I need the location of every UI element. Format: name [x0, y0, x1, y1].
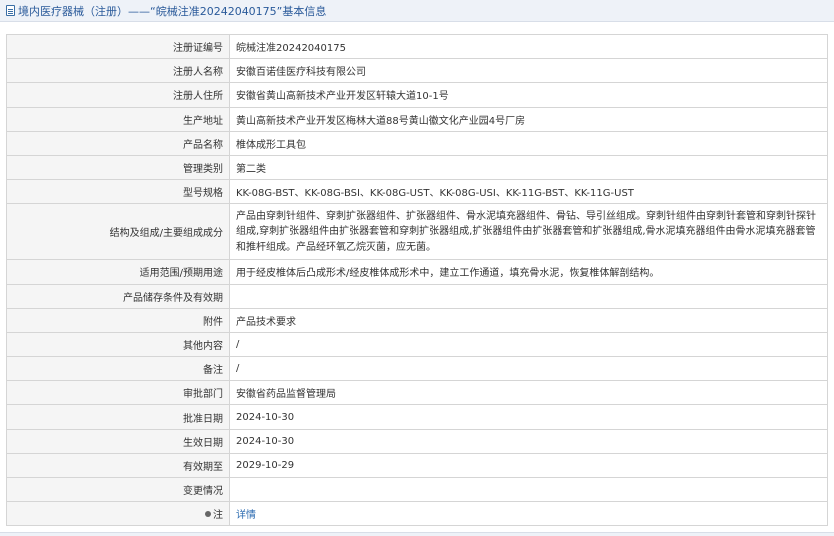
row-label: 审批部门	[6, 380, 230, 406]
row-value: 黄山高新技术产业开发区梅林大道88号黄山徽文化产业园4号厂房	[229, 106, 828, 132]
table-row: 产品储存条件及有效期	[6, 283, 828, 309]
table-row: 产品名称 椎体成形工具包	[6, 130, 828, 156]
table-row: 注册证编号 皖械注准20242040175	[6, 33, 828, 60]
row-label: 备注	[6, 356, 230, 382]
row-value: 2024-10-30	[229, 428, 828, 454]
table-row: 注 详情	[6, 501, 828, 527]
document-icon	[6, 5, 15, 16]
row-label: 适用范围/预期用途	[6, 259, 230, 285]
row-value: 2029-10-29	[229, 452, 828, 479]
row-label: 管理类别	[6, 154, 230, 181]
row-value: 安徽省药品监督管理局	[229, 380, 828, 406]
table-row: 生产地址 黄山高新技术产业开发区梅林大道88号黄山徽文化产业园4号厂房	[6, 106, 828, 132]
row-value: 皖械注准20242040175	[229, 33, 828, 60]
row-value: KK-08G-BST、KK-08G-BSI、KK-08G-UST、KK-08G-…	[229, 179, 828, 205]
row-label: 批准日期	[6, 404, 230, 430]
row-label: 注	[213, 510, 223, 522]
row-value: 2024-10-30	[229, 404, 828, 430]
pin-icon	[205, 511, 211, 518]
row-label: 生产地址	[6, 106, 230, 132]
row-value	[229, 476, 828, 503]
row-value: 产品由穿刺针组件、穿刺扩张器组件、扩张器组件、骨水泥填充器组件、骨钻、导引丝组成…	[229, 203, 828, 261]
info-table: 注册证编号 皖械注准20242040175 注册人名称 安徽百诺佳医疗科技有限公…	[6, 33, 828, 527]
row-value: 第二类	[229, 154, 828, 181]
row-label: 附件	[6, 307, 230, 333]
row-label: 注册人名称	[6, 58, 230, 84]
row-value: 用于经皮椎体后凸成形术/经皮椎体成形术中，建立工作通道，填充骨水泥，恢复椎体解剖…	[229, 259, 828, 285]
row-value: 产品技术要求	[229, 307, 828, 333]
table-row: 变更情况	[6, 476, 828, 503]
row-label: 产品名称	[6, 130, 230, 156]
row-value: 详情	[229, 501, 828, 527]
row-label: 其他内容	[6, 331, 230, 358]
table-row: 管理类别 第二类	[6, 154, 828, 181]
row-label: 产品储存条件及有效期	[6, 283, 230, 309]
table-row: 有效期至 2029-10-29	[6, 452, 828, 479]
row-value: /	[229, 356, 828, 382]
table-row: 生效日期 2024-10-30	[6, 428, 828, 454]
table-row: 其他内容 /	[6, 331, 828, 358]
row-label: 结构及组成/主要组成成分	[6, 203, 230, 261]
row-value: 椎体成形工具包	[229, 130, 828, 156]
row-value	[229, 283, 828, 309]
note-label-cell: 注	[6, 501, 230, 527]
table-row: 结构及组成/主要组成成分 产品由穿刺针组件、穿刺扩张器组件、扩张器组件、骨水泥填…	[6, 203, 828, 261]
row-value: 安徽省黄山高新技术产业开发区轩辕大道10-1号	[229, 82, 828, 108]
row-label: 生效日期	[6, 428, 230, 454]
table-row: 适用范围/预期用途 用于经皮椎体后凸成形术/经皮椎体成形术中，建立工作通道，填充…	[6, 259, 828, 285]
bottom-border	[0, 532, 834, 536]
page-title: 境内医疗器械（注册）——“皖械注准20242040175”基本信息	[18, 4, 327, 18]
page-header: 境内医疗器械（注册）——“皖械注准20242040175”基本信息	[0, 0, 834, 22]
row-value: /	[229, 331, 828, 358]
table-row: 注册人名称 安徽百诺佳医疗科技有限公司	[6, 58, 828, 84]
row-label: 型号规格	[6, 179, 230, 205]
table-row: 附件 产品技术要求	[6, 307, 828, 333]
row-label: 变更情况	[6, 476, 230, 503]
row-label: 有效期至	[6, 452, 230, 479]
row-label: 注册人住所	[6, 82, 230, 108]
table-row: 批准日期 2024-10-30	[6, 404, 828, 430]
details-link[interactable]: 详情	[236, 510, 256, 521]
table-row: 备注 /	[6, 356, 828, 382]
row-label: 注册证编号	[6, 33, 230, 60]
info-table-container: 注册证编号 皖械注准20242040175 注册人名称 安徽百诺佳医疗科技有限公…	[6, 33, 828, 527]
table-row: 型号规格 KK-08G-BST、KK-08G-BSI、KK-08G-UST、KK…	[6, 179, 828, 205]
table-row: 注册人住所 安徽省黄山高新技术产业开发区轩辕大道10-1号	[6, 82, 828, 108]
table-row: 审批部门 安徽省药品监督管理局	[6, 380, 828, 406]
row-value: 安徽百诺佳医疗科技有限公司	[229, 58, 828, 84]
